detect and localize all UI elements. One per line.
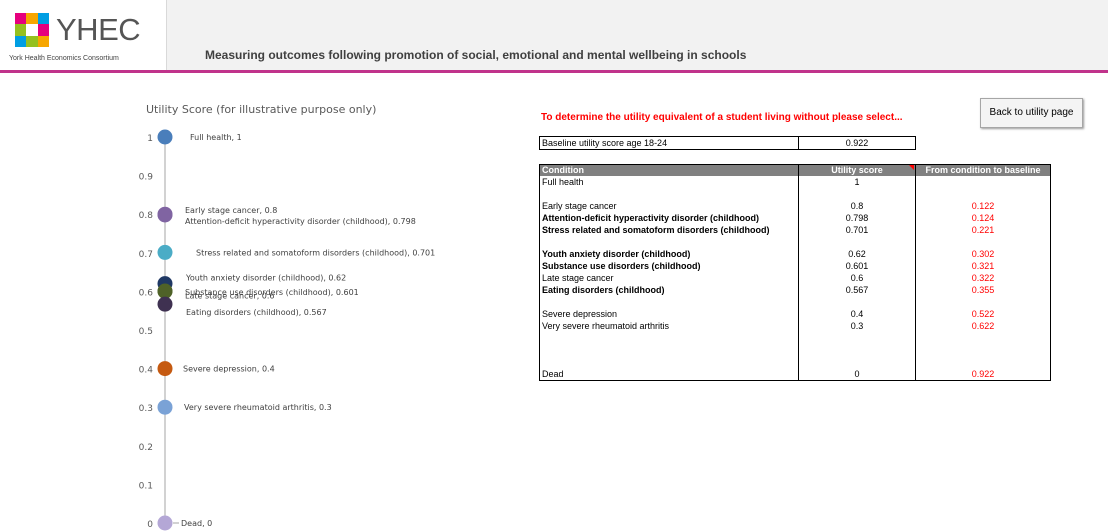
utility-cell: 0.6 <box>850 273 864 283</box>
utility-cell: 0.701 <box>845 225 869 235</box>
condition-cell: Substance use disorders (childhood) <box>542 261 701 271</box>
back-to-utility-button[interactable]: Back to utility page <box>980 98 1083 128</box>
utility-cell: 0.4 <box>850 309 864 319</box>
tick-label: 0.6 <box>139 288 154 298</box>
tick-label: 0.8 <box>139 211 154 221</box>
instruction-text: To determine the utility equivalent of a… <box>541 112 903 123</box>
difference-cell: 0.221 <box>971 225 995 235</box>
condition-cell: Early stage cancer <box>542 201 617 211</box>
table-row[interactable]: Eating disorders (childhood) 0.567 0.355 <box>540 285 1050 296</box>
data-label: Early stage cancer, 0.8 <box>185 206 277 215</box>
tick-label: 0.3 <box>139 404 153 414</box>
utility-cell: 0 <box>854 369 860 379</box>
table-row[interactable]: Severe depression 0.4 0.522 <box>540 309 1050 320</box>
difference-cell: 0.522 <box>971 309 995 319</box>
header-utility-score: Utility score <box>831 165 883 175</box>
table-row[interactable]: Substance use disorders (childhood) 0.601… <box>540 261 1050 272</box>
condition-cell: Late stage cancer <box>542 273 614 283</box>
difference-cell: 0.355 <box>971 285 995 295</box>
tick-label: 0 <box>147 520 153 530</box>
table-row[interactable] <box>540 237 1050 248</box>
data-point <box>157 244 173 260</box>
tick-label: 0.4 <box>139 366 154 376</box>
utility-cell: 0.62 <box>848 249 866 259</box>
data-point <box>157 515 173 531</box>
data-point <box>157 361 173 377</box>
table-row[interactable]: Full health 1 <box>540 177 1050 188</box>
utility-cell: 0.567 <box>845 285 869 295</box>
difference-cell: 0.302 <box>971 249 995 259</box>
table-row[interactable]: Attention-deficit hyperactivity disorder… <box>540 213 1050 224</box>
table-row[interactable] <box>540 345 1050 356</box>
data-label: Youth anxiety disorder (childhood), 0.62 <box>185 274 346 283</box>
data-point <box>157 399 173 415</box>
condition-cell: Attention-deficit hyperactivity disorder… <box>542 213 760 223</box>
condition-cell: Full health <box>542 177 584 187</box>
data-point <box>157 129 173 145</box>
difference-cell: 0.321 <box>971 261 995 271</box>
header-condition: Condition <box>542 165 584 175</box>
condition-cell: Very severe rheumatoid arthritis <box>542 321 670 331</box>
data-label: Severe depression, 0.4 <box>183 365 275 374</box>
table-row[interactable]: Dead 0 0.922 <box>540 369 1050 380</box>
condition-cell: Eating disorders (childhood) <box>542 285 665 295</box>
condition-cell: Stress related and somatoform disorders … <box>542 225 770 235</box>
baseline-value: 0.922 <box>845 138 869 148</box>
tick-label: 0.7 <box>139 250 153 260</box>
data-label: Eating disorders (childhood), 0.567 <box>186 308 327 317</box>
comment-indicator <box>909 165 914 170</box>
utility-cell: 0.601 <box>845 261 869 271</box>
difference-cell: 0.322 <box>971 273 995 283</box>
tick-label: 1 <box>147 134 153 144</box>
table-row[interactable] <box>540 357 1050 368</box>
table-row[interactable]: Late stage cancer 0.6 0.322 <box>540 273 1050 284</box>
utility-cell: 1 <box>854 177 860 187</box>
table-row[interactable]: Stress related and somatoform disorders … <box>540 225 1050 236</box>
tick-label: 0.2 <box>139 443 153 453</box>
condition-cell: Youth anxiety disorder (childhood) <box>542 249 691 259</box>
data-label: Full health, 1 <box>190 133 242 142</box>
tick-label: 0.5 <box>139 327 153 337</box>
utility-score-chart: 1 0.9 0.8 0.7 0.6 0.5 0.4 0.3 0.2 0.1 0 Full health… <box>139 129 435 531</box>
utility-cell: 0.798 <box>845 213 869 223</box>
condition-cell: Dead <box>542 369 564 379</box>
data-label: Very severe rheumatoid arthritis, 0.3 <box>184 403 332 412</box>
difference-cell: 0.124 <box>971 213 995 223</box>
table-header: Condition Utility score From condition t… <box>540 165 1050 176</box>
difference-cell: 0.922 <box>971 369 995 379</box>
data-point <box>157 296 173 312</box>
data-label: Stress related and somatoform disorders … <box>196 248 435 257</box>
table-row[interactable]: Very severe rheumatoid arthritis 0.3 0.622 <box>540 321 1050 332</box>
table-row[interactable]: Early stage cancer 0.8 0.122 <box>540 201 1050 212</box>
baseline-utility-box: Baseline utility score age 18-24 0.922 <box>539 136 916 150</box>
data-point <box>157 207 173 223</box>
table-row[interactable] <box>540 333 1050 344</box>
table-row[interactable] <box>540 189 1050 200</box>
table-row[interactable] <box>540 297 1050 308</box>
tick-label: 0.1 <box>139 481 153 491</box>
utility-cell: 0.8 <box>850 201 864 211</box>
baseline-label: Baseline utility score age 18-24 <box>542 138 668 148</box>
difference-cell: 0.122 <box>971 201 995 211</box>
data-label: Late stage cancer, 0.6 <box>185 291 275 300</box>
difference-cell: 0.622 <box>971 321 995 331</box>
table-row[interactable]: Youth anxiety disorder (childhood) 0.62 0.… <box>540 249 1050 260</box>
data-label: Dead, 0 <box>181 519 212 528</box>
header-from-condition: From condition to baseline <box>925 165 1041 175</box>
data-label: Attention-deficit hyperactivity disorder… <box>185 217 416 226</box>
tick-label: 0.9 <box>139 173 154 183</box>
condition-cell: Severe depression <box>542 309 618 319</box>
condition-table: Condition Utility score From condition t… <box>539 164 1051 381</box>
utility-cell: 0.3 <box>850 321 864 331</box>
